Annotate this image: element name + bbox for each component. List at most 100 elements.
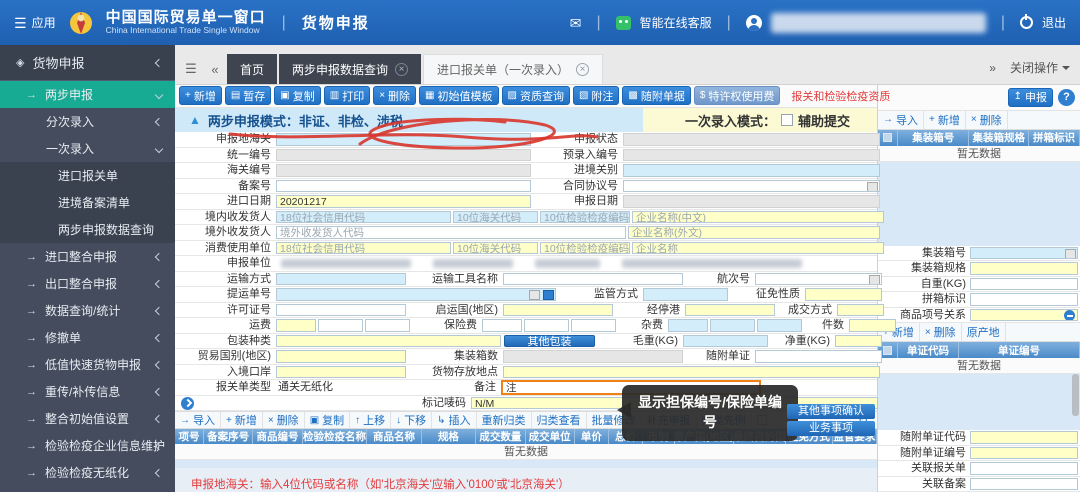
help-button[interactable]: ?: [1058, 89, 1075, 106]
container-field[interactable]: [970, 293, 1078, 306]
import-date-field[interactable]: 20201217: [276, 195, 531, 208]
document-field[interactable]: [970, 447, 1078, 460]
form-field[interactable]: [276, 335, 501, 348]
form-field[interactable]: [318, 319, 363, 332]
container-toolbar-button-1[interactable]: +新增: [924, 111, 966, 129]
picker-icon[interactable]: [869, 275, 880, 285]
form-field[interactable]: [835, 335, 882, 348]
container-field[interactable]: [970, 309, 1078, 322]
toolbar-button-2[interactable]: ▣复制: [274, 86, 320, 105]
sidebar-item-12[interactable]: →重传/补传信息: [0, 378, 175, 405]
toolbar-button-7[interactable]: ▧附注: [573, 86, 619, 105]
picker-icon[interactable]: [529, 290, 540, 300]
container-field[interactable]: [970, 278, 1078, 291]
form-field[interactable]: [710, 319, 755, 332]
form-field[interactable]: [503, 304, 613, 317]
form-field[interactable]: [503, 366, 880, 379]
tab-2[interactable]: 进口报关单（一次录入）×: [423, 54, 603, 84]
apps-menu-button[interactable]: ☰ 应用: [14, 14, 56, 31]
toolbar-button-1[interactable]: ▤暂存: [225, 86, 271, 105]
item-toolbar-button-7[interactable]: 重新归类: [477, 412, 532, 428]
declare-button[interactable]: ↥申报: [1008, 88, 1053, 107]
sidebar-item-10[interactable]: →修撤单: [0, 324, 175, 351]
form-field[interactable]: [503, 350, 683, 363]
sidebar-item-11[interactable]: →低值快速货物申报: [0, 351, 175, 378]
other-package-button[interactable]: 其他包装: [504, 335, 595, 348]
sidebar-item-8[interactable]: →出口整合申报: [0, 270, 175, 297]
toolbar-button-4[interactable]: ×删除: [373, 86, 416, 105]
form-field[interactable]: [685, 304, 775, 317]
form-field[interactable]: [276, 180, 531, 193]
tab-menu-icon[interactable]: ☰: [179, 54, 203, 84]
sidebar-item-15[interactable]: →检验检疫无纸化: [0, 459, 175, 486]
toolbar-button-3[interactable]: ▥打印: [324, 86, 370, 105]
document-field[interactable]: [970, 478, 1078, 491]
document-toolbar-button-1[interactable]: ×删除: [920, 323, 962, 341]
sidebar-item-5[interactable]: 进境备案清单: [0, 189, 175, 216]
form-field[interactable]: 10位海关代码: [453, 211, 538, 224]
container-field[interactable]: [970, 262, 1078, 275]
toolbar-button-5[interactable]: ▦初始值模板: [419, 86, 498, 105]
sidebar-item-13[interactable]: →整合初始值设置: [0, 405, 175, 432]
form-field[interactable]: [276, 366, 406, 379]
scrollbar-thumb[interactable]: [1072, 374, 1079, 416]
form-field[interactable]: [524, 319, 569, 332]
online-service-link[interactable]: 智能在线客服: [640, 14, 712, 31]
toolbar-button-9[interactable]: $特许权使用费: [694, 86, 781, 105]
form-field[interactable]: [805, 288, 882, 301]
container-toolbar-button-0[interactable]: →导入: [878, 111, 924, 129]
form-field[interactable]: [757, 319, 802, 332]
tab-0[interactable]: 首页: [227, 54, 277, 84]
sidebar-item-0[interactable]: ◈货物申报: [0, 45, 175, 81]
form-field[interactable]: [623, 195, 880, 208]
declare-customs-field[interactable]: [276, 133, 531, 146]
form-field[interactable]: 10位海关代码: [453, 242, 538, 255]
scroll-tabs-right-icon[interactable]: »: [989, 61, 996, 75]
item-toolbar-button-6[interactable]: ↳插入: [432, 412, 476, 428]
document-toolbar-button-2[interactable]: 原产地: [962, 323, 1006, 341]
toolbar-button-6[interactable]: ▨资质查询: [502, 86, 570, 105]
form-field[interactable]: [571, 319, 616, 332]
close-operations-dropdown[interactable]: 关闭操作: [1010, 59, 1070, 76]
document-field[interactable]: [970, 462, 1078, 475]
item-toolbar-button-1[interactable]: +新增: [221, 412, 263, 428]
tab-1[interactable]: 两步申报数据查询×: [279, 54, 421, 84]
container-field[interactable]: [970, 247, 1078, 260]
form-field[interactable]: 企业名称(中文): [632, 211, 884, 224]
item-toolbar-button-8[interactable]: 归类查看: [532, 412, 587, 428]
form-field[interactable]: [849, 319, 896, 332]
picker-icon[interactable]: [867, 182, 878, 192]
item-toolbar-button-4[interactable]: ↑上移: [350, 412, 391, 428]
sidebar-item-1[interactable]: →两步申报: [0, 81, 175, 108]
form-field[interactable]: [668, 319, 708, 332]
form-field[interactable]: [623, 133, 880, 146]
sidebar-item-9[interactable]: →数据查询/统计: [0, 297, 175, 324]
close-tab-icon[interactable]: ×: [576, 63, 589, 76]
form-field[interactable]: [643, 288, 728, 301]
document-field[interactable]: [970, 431, 1078, 444]
form-field[interactable]: [503, 273, 683, 286]
sidebar-item-14[interactable]: →检验检疫企业信息维护: [0, 432, 175, 459]
sidebar-item-4[interactable]: 进口报关单: [0, 162, 175, 189]
logout-button[interactable]: 退出: [1042, 14, 1066, 31]
sidebar-item-7[interactable]: →进口整合申报: [0, 243, 175, 270]
form-field[interactable]: [365, 319, 410, 332]
form-field[interactable]: [623, 149, 880, 162]
form-field[interactable]: 企业名称(外文): [628, 226, 880, 239]
other-matters-confirm-button[interactable]: 其他事项确认: [787, 404, 875, 419]
toolbar-button-0[interactable]: +新增: [179, 86, 222, 105]
expand-row-button[interactable]: [175, 396, 200, 411]
close-tab-icon[interactable]: ×: [395, 63, 408, 76]
form-field[interactable]: [482, 319, 522, 332]
item-toolbar-button-5[interactable]: ↓下移: [391, 412, 432, 428]
form-field[interactable]: [276, 350, 406, 363]
form-field[interactable]: [623, 180, 880, 193]
form-field[interactable]: [683, 335, 768, 348]
form-field[interactable]: [755, 350, 882, 363]
form-field[interactable]: 18位社会信用代码: [276, 211, 451, 224]
mail-icon[interactable]: ✉: [570, 16, 582, 30]
container-toolbar-button-2[interactable]: ×删除: [966, 111, 1008, 129]
business-matters-button[interactable]: 业务事项: [787, 421, 875, 436]
form-field[interactable]: [276, 304, 406, 317]
form-field[interactable]: [837, 304, 884, 317]
